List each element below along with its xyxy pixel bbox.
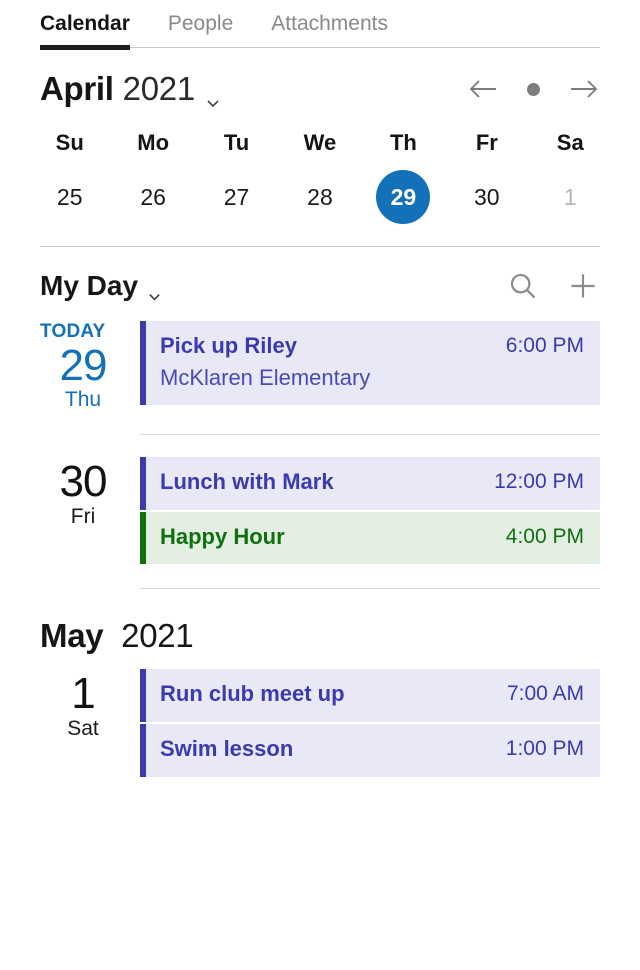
day-number-26[interactable]: 26 <box>126 170 180 224</box>
agenda-group-divider <box>140 434 600 436</box>
agenda-group-divider <box>140 588 600 590</box>
dot-today-icon[interactable] <box>527 82 540 96</box>
month-name: May <box>40 617 104 655</box>
tab-people[interactable]: People <box>168 12 233 48</box>
week-strip: Su Mo Tu We Th Fr Sa 25 26 27 28 29 30 1 <box>0 120 640 224</box>
event-time: 1:00 PM <box>505 737 584 761</box>
chevron-down-icon <box>147 279 162 300</box>
day-number-27[interactable]: 27 <box>210 170 264 224</box>
day-number-28[interactable]: 28 <box>293 170 347 224</box>
arrow-left-icon[interactable] <box>467 74 501 104</box>
my-day-dropdown[interactable]: My Day <box>40 270 162 302</box>
day-cell-25: 25 <box>28 170 111 224</box>
event-time: 12:00 PM <box>494 470 584 494</box>
day-cell-30: 30 <box>445 170 528 224</box>
agenda-day-number: 29 <box>59 341 108 390</box>
dow-tu: Tu <box>223 130 250 155</box>
plus-icon[interactable] <box>566 269 600 303</box>
agenda-date-column-30: 30 Fri <box>40 457 140 528</box>
agenda-events-29: Pick up Riley McKlaren Elementary 6:00 P… <box>140 321 600 407</box>
event-item[interactable]: Happy Hour 4:00 PM <box>140 511 600 565</box>
day-number-row: 25 26 27 28 29 30 1 <box>28 170 612 224</box>
event-title: Swim lesson <box>160 736 294 762</box>
my-day-label: My Day <box>40 270 139 301</box>
list-header: My Day <box>0 247 640 313</box>
event-title: Run club meet up <box>160 681 345 707</box>
today-badge: TODAY <box>40 321 106 342</box>
day-cell-28: 28 <box>278 170 361 224</box>
day-of-week-row: Su Mo Tu We Th Fr Sa <box>28 124 612 170</box>
dow-we: We <box>303 130 337 155</box>
agenda-list: TODAY 29 Thu Pick up Riley McKlaren Elem… <box>0 313 640 779</box>
event-main: Pick up Riley McKlaren Elementary <box>160 332 490 392</box>
agenda-day-name: Fri <box>70 504 96 528</box>
day-number-1-next-month[interactable]: 1 <box>543 170 597 224</box>
day-cell-26: 26 <box>111 170 194 224</box>
agenda-month-break: May 2021 <box>0 611 640 669</box>
tab-calendar[interactable]: Calendar <box>40 12 130 50</box>
day-cell-29: 29 <box>362 170 445 224</box>
event-time: 6:00 PM <box>505 334 584 357</box>
dow-th: Th <box>389 130 417 155</box>
dow-mo: Mo <box>137 130 170 155</box>
tab-bar: Calendar People Attachments <box>0 0 640 50</box>
event-time: 4:00 PM <box>505 524 584 548</box>
agenda-date-column-may-1: 1 Sat <box>40 669 140 740</box>
list-header-actions <box>506 269 600 303</box>
chevron-down-icon <box>205 81 221 108</box>
agenda-day-group-may-1: 1 Sat Run club meet up 7:00 AM Swim less… <box>0 669 640 778</box>
agenda-events-30: Lunch with Mark 12:00 PM Happy Hour 4:00… <box>140 457 600 566</box>
agenda-day-number: 1 <box>71 669 95 719</box>
day-cell-27: 27 <box>195 170 278 224</box>
day-number-30[interactable]: 30 <box>460 170 514 224</box>
month-header: April 2021 <box>0 48 640 120</box>
month-year: 2021 <box>122 70 196 107</box>
agenda-day-name: Sat <box>67 716 99 740</box>
day-cell-1: 1 <box>529 170 612 224</box>
event-time: 7:00 AM <box>506 682 584 706</box>
event-item[interactable]: Run club meet up 7:00 AM <box>140 669 600 723</box>
agenda-day-name: Thu <box>64 388 102 412</box>
event-main: Lunch with Mark <box>160 468 478 497</box>
event-title: Pick up Riley <box>160 333 297 358</box>
dow-sa: Sa <box>556 130 584 155</box>
arrow-right-icon[interactable] <box>566 74 600 104</box>
event-item[interactable]: Pick up Riley McKlaren Elementary 6:00 P… <box>140 321 600 406</box>
event-item[interactable]: Swim lesson 1:00 PM <box>140 724 600 777</box>
event-location: McKlaren Elementary <box>160 364 371 390</box>
month-year: 2021 <box>121 617 194 655</box>
event-title: Lunch with Mark <box>160 469 334 495</box>
agenda-date-column-29: TODAY 29 Thu <box>40 321 140 412</box>
dow-su: Su <box>55 130 84 155</box>
search-icon[interactable] <box>506 269 540 303</box>
agenda-events-may-1: Run club meet up 7:00 AM Swim lesson 1:0… <box>140 669 600 778</box>
event-main: Happy Hour <box>160 523 490 552</box>
event-title: Happy Hour <box>160 523 285 549</box>
agenda-day-group-29: TODAY 29 Thu Pick up Riley McKlaren Elem… <box>0 321 640 412</box>
event-item[interactable]: Lunch with Mark 12:00 PM <box>140 457 600 510</box>
day-number-29-selected[interactable]: 29 <box>376 170 431 224</box>
month-name: April <box>40 70 114 107</box>
day-number-25[interactable]: 25 <box>43 170 97 224</box>
month-navigation <box>467 74 600 104</box>
dow-fr: Fr <box>475 130 498 155</box>
agenda-day-group-30: 30 Fri Lunch with Mark 12:00 PM Happy Ho… <box>0 457 640 566</box>
event-main: Swim lesson <box>160 735 490 764</box>
month-year-dropdown[interactable]: April 2021 <box>40 70 221 108</box>
agenda-day-number: 30 <box>59 457 108 507</box>
tab-attachments[interactable]: Attachments <box>271 12 388 48</box>
event-main: Run club meet up <box>160 680 491 709</box>
